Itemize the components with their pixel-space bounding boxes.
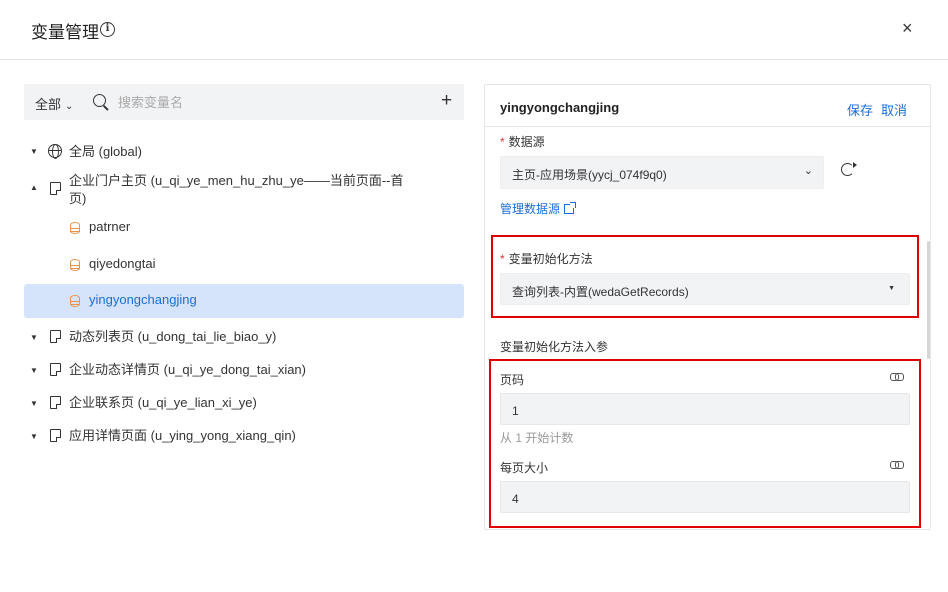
manage-datasource-label: 管理数据源 — [500, 202, 561, 216]
page-icon — [50, 396, 61, 409]
caret-down-icon[interactable]: ▼ — [30, 432, 38, 441]
datasource-select[interactable]: 主页-应用场景(yycj_074f9q0) ⌄ — [500, 156, 824, 189]
tree-node-page[interactable]: ▼ 动态列表页 (u_dong_tai_lie_biao_y) — [24, 327, 464, 349]
tree-node-variable[interactable]: qiyedongtai — [24, 254, 464, 276]
caret-down-icon[interactable]: ▼ — [30, 333, 38, 342]
database-icon — [70, 259, 80, 271]
required-mark: * — [500, 135, 505, 149]
caret-up-icon[interactable]: ▲ — [30, 183, 38, 192]
variable-name: yingyongchangjing — [500, 100, 620, 115]
globe-icon — [48, 144, 62, 159]
variable-search-bar: 全部⌄ + — [24, 84, 464, 120]
params-section-label: 变量初始化方法入参 — [500, 340, 609, 354]
tree-node-variable[interactable]: patrner — [24, 217, 464, 239]
tree-node-global[interactable]: ▼ 全局 (global) — [24, 141, 464, 163]
highlight-box — [489, 359, 921, 528]
dialog-title: 变量管理 — [31, 23, 99, 42]
page-icon — [50, 182, 61, 195]
info-icon[interactable]: i — [100, 22, 115, 37]
external-link-icon — [564, 202, 577, 214]
caret-down-icon[interactable]: ▼ — [30, 147, 38, 156]
manage-datasource-link[interactable]: 管理数据源 — [500, 200, 577, 217]
search-icon — [93, 94, 106, 107]
datasource-label: * 数据源 — [500, 133, 545, 150]
dialog-header: 变量管理 i × — [0, 0, 948, 60]
chevron-down-icon: ⌄ — [803, 165, 813, 177]
page-icon — [50, 330, 61, 343]
chevron-down-icon: ⌄ — [65, 101, 74, 112]
close-icon[interactable]: × — [902, 18, 913, 39]
page-icon — [50, 363, 61, 376]
caret-down-icon[interactable]: ▼ — [30, 366, 38, 375]
tree-node-label: 企业门户主页 (u_qi_ye_men_hu_zhu_ye——当前页面--首 — [69, 173, 404, 188]
tree-node-label: 企业联系页 (u_qi_ye_lian_xi_ye) — [69, 395, 257, 410]
tree-node-label: 应用详情页面 (u_ying_yong_xiang_qin) — [69, 428, 296, 443]
database-icon — [70, 295, 80, 307]
tree-node-home-page[interactable]: ▲ 企业门户主页 (u_qi_ye_men_hu_zhu_ye——当前页面--首… — [24, 171, 464, 211]
tree-node-label: 全局 (global) — [69, 144, 142, 159]
database-icon — [70, 222, 80, 234]
tree-node-page[interactable]: ▼ 应用详情页面 (u_ying_yong_xiang_qin) — [24, 426, 464, 448]
scrollbar[interactable] — [927, 241, 930, 359]
tree-node-variable-selected[interactable]: yingyongchangjing — [24, 284, 464, 318]
tree-node-label: yingyongchangjing — [89, 292, 197, 307]
refresh-icon[interactable] — [841, 162, 857, 176]
tree-node-page[interactable]: ▼ 企业联系页 (u_qi_ye_lian_xi_ye) — [24, 393, 464, 415]
search-input[interactable] — [118, 91, 418, 113]
tree-node-label: qiyedongtai — [89, 256, 156, 271]
tree-node-label: 企业动态详情页 (u_qi_ye_dong_tai_xian) — [69, 362, 306, 377]
add-variable-button[interactable]: + — [441, 91, 452, 111]
datasource-value: 主页-应用场景(yycj_074f9q0) — [512, 168, 667, 182]
highlight-box — [491, 235, 919, 318]
page-icon — [50, 429, 61, 442]
caret-down-icon[interactable]: ▼ — [30, 399, 38, 408]
detail-header: yingyongchangjing 保存 取消 — [485, 85, 930, 127]
scope-label: 全部 — [35, 97, 62, 112]
datasource-label-text: 数据源 — [508, 135, 545, 149]
tree-node-label-cont: 页) — [69, 191, 87, 206]
save-button[interactable]: 保存 — [847, 100, 873, 119]
tree-node-label: patrner — [89, 219, 131, 234]
cancel-button[interactable]: 取消 — [881, 100, 907, 119]
tree-node-page[interactable]: ▼ 企业动态详情页 (u_qi_ye_dong_tai_xian) — [24, 360, 464, 382]
scope-dropdown[interactable]: 全部 ⌄ — [35, 94, 73, 113]
tree-node-label: 动态列表页 (u_dong_tai_lie_biao_y) — [69, 329, 277, 344]
